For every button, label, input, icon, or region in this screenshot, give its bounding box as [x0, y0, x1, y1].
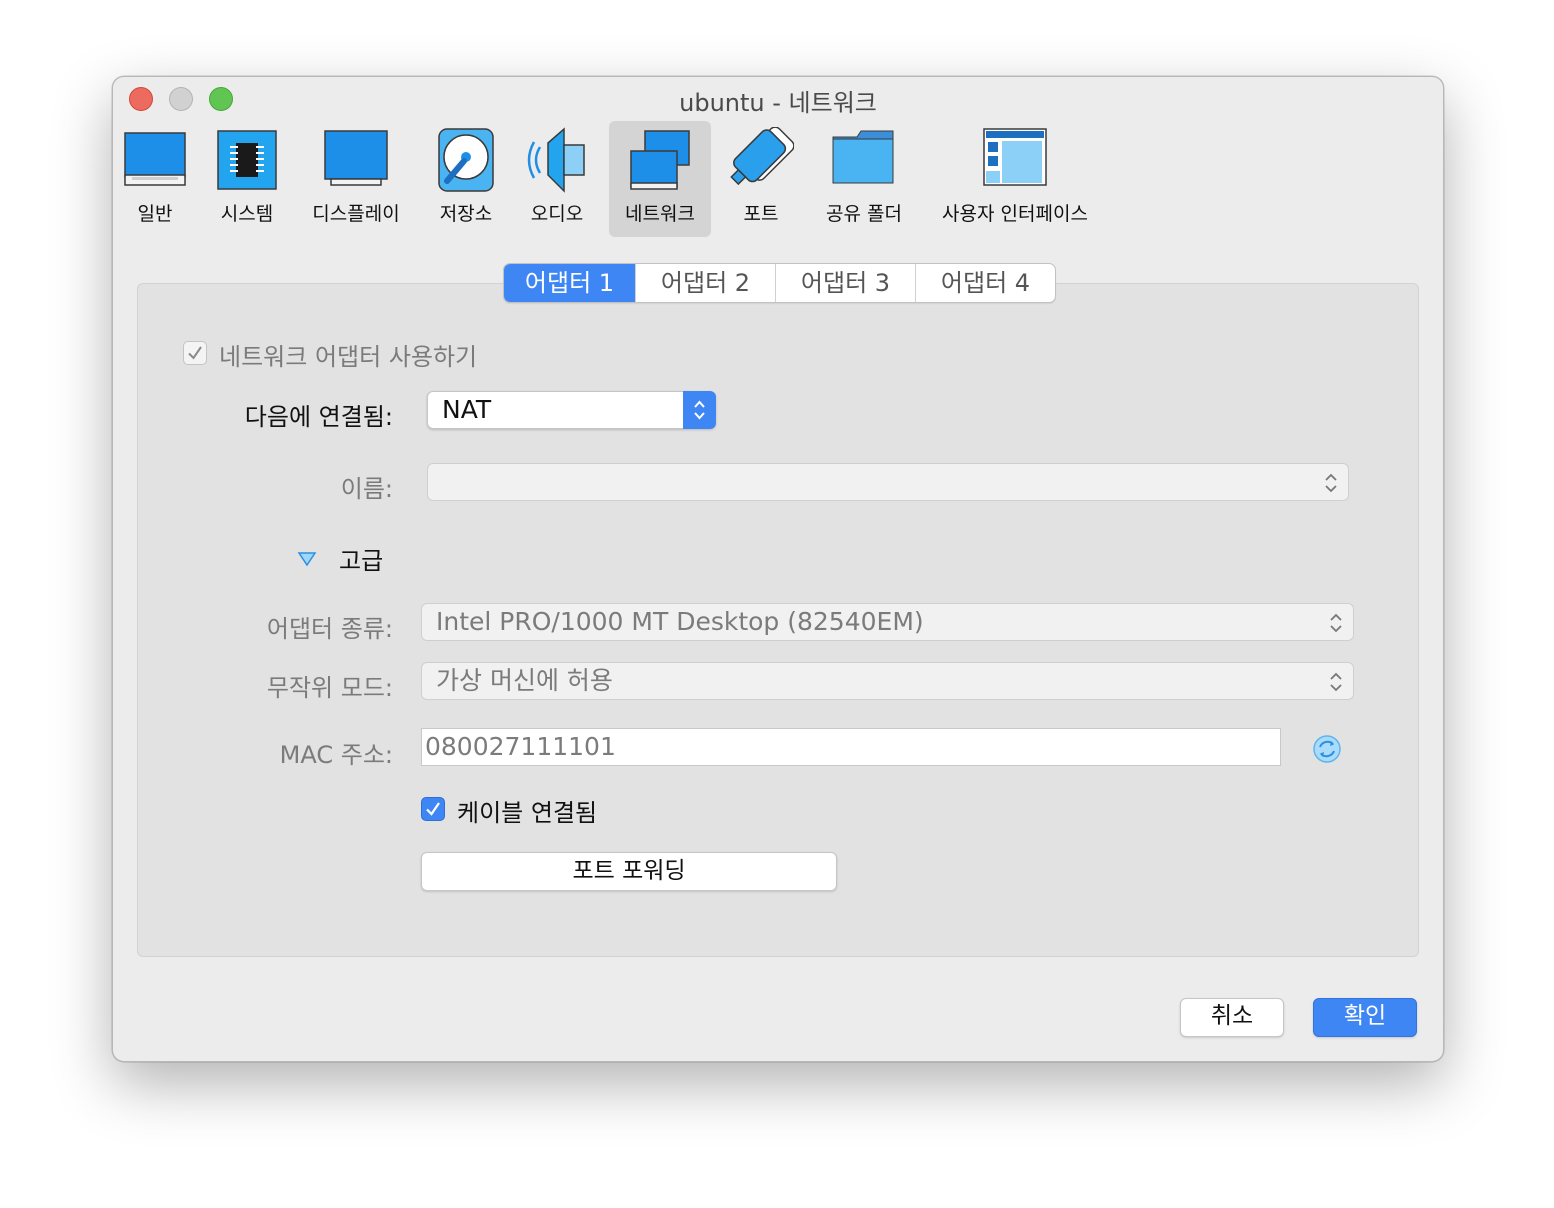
tab-adapter-4[interactable]: 어댑터 4 — [915, 264, 1055, 302]
toolbar-item-network[interactable]: 네트워크 — [609, 121, 711, 237]
monitor-icon — [323, 127, 389, 193]
toolbar-label-system: 시스템 — [220, 203, 274, 225]
promiscuous-mode-select[interactable]: 가상 머신에 허용 — [421, 662, 1354, 700]
toolbar-item-user-interface[interactable]: 사용자 인터페이스 — [935, 121, 1095, 237]
hard-disk-icon — [433, 127, 499, 193]
cable-connected-label: 케이블 연결됨 — [457, 799, 598, 827]
toolbar-label-storage: 저장소 — [439, 203, 493, 225]
ok-button[interactable]: 확인 — [1313, 998, 1417, 1037]
attached-to-value: NAT — [442, 395, 492, 424]
toolbar-item-system[interactable]: 시스템 — [205, 121, 289, 237]
chevron-up-down-icon — [1325, 473, 1337, 493]
settings-window: ubuntu - 네트워크 일반 시스템 디스플레이 저장소 오디오 네트워크 … — [112, 76, 1444, 1062]
advanced-label[interactable]: 고급 — [339, 541, 383, 576]
general-icon — [122, 127, 188, 193]
toolbar-label-user-interface: 사용자 인터페이스 — [942, 203, 1088, 225]
toolbar-label-ports: 포트 — [743, 203, 779, 225]
chevron-up-down-icon — [694, 400, 705, 420]
network-icon — [627, 127, 693, 193]
tab-adapter-3[interactable]: 어댑터 3 — [775, 264, 915, 302]
toolbar-label-network: 네트워크 — [625, 203, 695, 225]
chevron-up-down-icon — [1330, 672, 1342, 692]
adapter-type-value: Intel PRO/1000 MT Desktop (82540EM) — [436, 607, 924, 636]
toolbar-label-shared-folders: 공유 폴더 — [826, 203, 902, 225]
adapter-type-label: 어댑터 종류: — [266, 615, 393, 643]
disclosure-triangle-icon[interactable] — [297, 551, 317, 567]
enable-adapter-checkbox[interactable] — [183, 341, 207, 365]
user-interface-icon — [982, 127, 1048, 193]
adapter-tabs: 어댑터 1 어댑터 2 어댑터 3 어댑터 4 — [503, 263, 1056, 303]
tab-adapter-1[interactable]: 어댑터 1 — [504, 264, 635, 302]
cable-connected-checkbox[interactable] — [421, 797, 445, 821]
toolbar-item-audio[interactable]: 오디오 — [521, 121, 593, 237]
toolbar-label-display: 디스플레이 — [312, 203, 400, 225]
checkmark-icon — [188, 346, 202, 360]
promiscuous-mode-label: 무작위 모드: — [266, 674, 393, 702]
enable-adapter-label: 네트워크 어댑터 사용하기 — [219, 343, 478, 371]
port-forwarding-button[interactable]: 포트 포워딩 — [421, 852, 837, 891]
toolbar-item-display[interactable]: 디스플레이 — [309, 121, 403, 237]
adapter-type-select[interactable]: Intel PRO/1000 MT Desktop (82540EM) — [421, 603, 1354, 641]
tab-adapter-2[interactable]: 어댑터 2 — [635, 264, 775, 302]
promiscuous-mode-value: 가상 머신에 허용 — [436, 666, 613, 695]
refresh-icon[interactable] — [1311, 733, 1343, 765]
toolbar-item-shared-folders[interactable]: 공유 폴더 — [819, 121, 909, 237]
attached-to-select[interactable]: NAT — [427, 391, 716, 429]
toolbar-item-ports[interactable]: 포트 — [725, 121, 797, 237]
toolbar-label-audio: 오디오 — [530, 203, 584, 225]
mac-address-label: MAC 주소: — [279, 741, 393, 769]
toolbar-item-storage[interactable]: 저장소 — [431, 121, 501, 237]
select-stepper — [683, 391, 716, 429]
checkmark-icon — [426, 802, 440, 816]
name-label: 이름: — [340, 475, 393, 503]
speaker-icon — [524, 127, 590, 193]
window-title: ubuntu - 네트워크 — [679, 89, 877, 117]
cancel-button[interactable]: 취소 — [1180, 998, 1284, 1037]
toolbar-label-general: 일반 — [137, 203, 173, 225]
chevron-up-down-icon — [1330, 613, 1342, 633]
mac-address-field[interactable]: 080027111101 — [421, 728, 1281, 766]
toolbar-item-general[interactable]: 일반 — [117, 121, 193, 237]
name-select[interactable] — [427, 463, 1349, 501]
attached-to-label: 다음에 연결됨: — [244, 403, 393, 431]
folder-icon — [831, 127, 897, 193]
chip-icon — [214, 127, 280, 193]
serial-port-icon — [728, 127, 794, 193]
